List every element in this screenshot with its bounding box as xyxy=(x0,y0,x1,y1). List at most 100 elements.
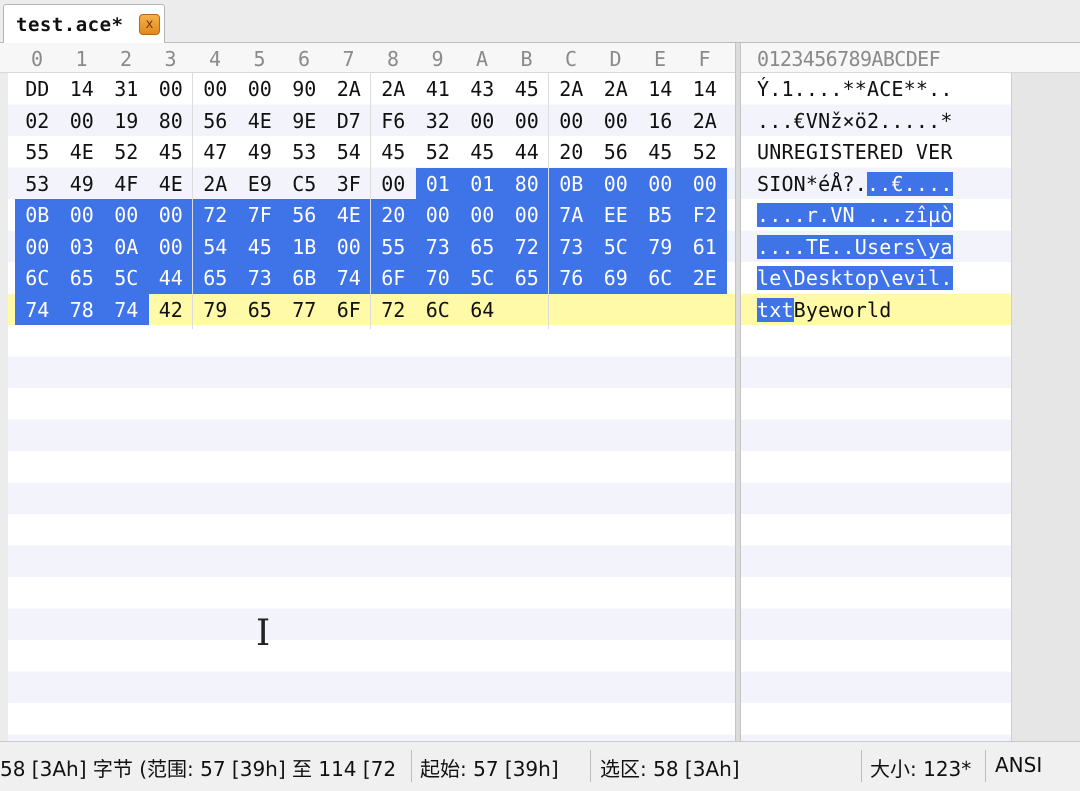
hex-byte[interactable]: 79 xyxy=(193,294,238,326)
hex-byte[interactable]: 65 xyxy=(193,262,238,294)
hex-byte[interactable]: 20 xyxy=(371,199,416,231)
hex-byte[interactable]: 00 xyxy=(415,199,460,231)
hex-byte[interactable]: 90 xyxy=(282,73,327,105)
hex-byte[interactable]: 2A xyxy=(683,105,728,137)
hex-byte[interactable]: 00 xyxy=(326,230,371,262)
hex-byte[interactable]: DD xyxy=(15,73,60,105)
hex-byte[interactable]: 4F xyxy=(104,168,149,200)
hex-byte[interactable]: 65 xyxy=(238,294,283,326)
hex-byte[interactable]: 00 xyxy=(193,73,238,105)
hex-byte[interactable]: E9 xyxy=(238,168,283,200)
hex-byte[interactable]: 00 xyxy=(60,105,105,137)
hex-byte[interactable]: 69 xyxy=(593,262,638,294)
hex-byte[interactable]: 41 xyxy=(416,73,461,105)
hex-byte[interactable]: 00 xyxy=(460,199,505,231)
hex-byte[interactable]: 01 xyxy=(415,167,460,199)
hex-byte[interactable]: 00 xyxy=(371,168,416,200)
hex-byte[interactable]: 76 xyxy=(549,262,594,294)
hex-byte[interactable]: 01 xyxy=(460,167,505,199)
hex-byte[interactable]: D7 xyxy=(327,105,372,137)
hex-byte[interactable]: 72 xyxy=(504,230,549,262)
hex-byte[interactable]: 52 xyxy=(104,136,149,168)
hex-byte[interactable]: 00 xyxy=(104,199,149,231)
hex-byte[interactable]: 80 xyxy=(504,167,549,199)
hex-byte[interactable]: 00 xyxy=(505,105,550,137)
hex-byte[interactable]: 7F xyxy=(237,199,282,231)
hex-byte[interactable]: 80 xyxy=(149,105,194,137)
hex-byte[interactable]: 55 xyxy=(15,136,60,168)
hex-byte[interactable]: 2A xyxy=(193,168,238,200)
hex-byte[interactable]: 20 xyxy=(549,136,594,168)
hex-byte[interactable]: 00 xyxy=(593,167,638,199)
hex-byte[interactable]: 9E xyxy=(282,105,327,137)
hex-byte[interactable]: 00 xyxy=(15,230,60,262)
hex-byte[interactable]: 0B xyxy=(15,199,60,231)
hex-byte[interactable]: 5C xyxy=(104,262,149,294)
hex-byte[interactable]: 45 xyxy=(371,136,416,168)
hex-byte[interactable]: 53 xyxy=(15,168,60,200)
hex-byte[interactable]: 6F xyxy=(371,262,416,294)
hex-byte[interactable]: 70 xyxy=(415,262,460,294)
hex-byte[interactable]: 2E xyxy=(682,262,727,294)
hex-byte[interactable]: 65 xyxy=(460,230,505,262)
hex-byte[interactable]: 65 xyxy=(504,262,549,294)
hex-byte[interactable]: 47 xyxy=(193,136,238,168)
hex-byte[interactable]: 02 xyxy=(15,105,60,137)
hex-byte[interactable]: 44 xyxy=(505,136,550,168)
hex-byte[interactable]: 00 xyxy=(549,105,594,137)
hex-byte[interactable]: 00 xyxy=(148,230,193,262)
hex-byte[interactable]: 74 xyxy=(326,262,371,294)
hex-byte[interactable]: 56 xyxy=(282,199,327,231)
hex-byte[interactable]: 77 xyxy=(282,294,327,326)
hex-byte[interactable]: 14 xyxy=(60,73,105,105)
hex-byte[interactable]: 00 xyxy=(149,73,194,105)
hex-byte[interactable]: 56 xyxy=(594,136,639,168)
tab-test-ace[interactable]: test.ace* x xyxy=(3,4,165,44)
hex-byte[interactable]: 14 xyxy=(638,73,683,105)
hex-byte[interactable]: 45 xyxy=(149,136,194,168)
hex-byte[interactable]: 79 xyxy=(638,230,683,262)
ascii-row[interactable]: UNREGISTERED VER xyxy=(757,136,953,168)
vertical-scrollbar[interactable] xyxy=(1011,73,1080,741)
hex-byte[interactable]: EE xyxy=(593,199,638,231)
hex-byte[interactable]: 5C xyxy=(460,262,505,294)
hex-byte[interactable]: 2A xyxy=(594,73,639,105)
hex-byte[interactable]: 2A xyxy=(327,73,372,105)
hex-byte[interactable]: B5 xyxy=(638,199,683,231)
hex-byte[interactable]: 2A xyxy=(371,73,416,105)
hex-byte[interactable]: 74 xyxy=(15,293,60,325)
hex-byte[interactable]: 45 xyxy=(638,136,683,168)
hex-byte[interactable]: 6C xyxy=(638,262,683,294)
hex-byte[interactable]: 00 xyxy=(594,105,639,137)
hex-byte[interactable]: 03 xyxy=(59,230,104,262)
hex-byte[interactable]: 61 xyxy=(682,230,727,262)
hex-byte[interactable]: 00 xyxy=(682,167,727,199)
hex-byte[interactable]: 32 xyxy=(416,105,461,137)
hex-byte[interactable]: 52 xyxy=(416,136,461,168)
hex-byte[interactable]: F2 xyxy=(682,199,727,231)
hex-byte[interactable]: 4E xyxy=(149,168,194,200)
ascii-row[interactable]: Ý.1....**ACE**.. xyxy=(757,73,953,105)
hex-byte[interactable]: 42 xyxy=(149,294,194,326)
hex-byte[interactable]: 65 xyxy=(59,262,104,294)
hex-byte[interactable]: 7A xyxy=(549,199,594,231)
hex-byte[interactable]: 6C xyxy=(15,262,60,294)
hex-byte[interactable]: 6C xyxy=(416,294,461,326)
hex-byte[interactable]: 45 xyxy=(460,136,505,168)
hex-byte[interactable]: 53 xyxy=(282,136,327,168)
hex-byte[interactable]: 45 xyxy=(237,230,282,262)
hex-byte[interactable]: 78 xyxy=(59,293,104,325)
hex-byte[interactable]: 00 xyxy=(59,199,104,231)
hex-byte[interactable]: 73 xyxy=(415,230,460,262)
hex-byte[interactable]: 5C xyxy=(593,230,638,262)
ascii-row[interactable]: ....TE..Users\ya xyxy=(757,231,953,263)
hex-byte[interactable]: 64 xyxy=(460,294,505,326)
hex-byte[interactable]: 72 xyxy=(371,294,416,326)
hex-byte[interactable]: 74 xyxy=(104,293,149,325)
hex-byte[interactable]: 73 xyxy=(549,230,594,262)
hex-byte[interactable]: 00 xyxy=(460,105,505,137)
hex-byte[interactable]: 43 xyxy=(460,73,505,105)
hex-byte[interactable]: 4E xyxy=(60,136,105,168)
hex-byte[interactable]: 31 xyxy=(104,73,149,105)
ascii-row[interactable]: ...€VNž×ö2.....* xyxy=(757,105,953,137)
